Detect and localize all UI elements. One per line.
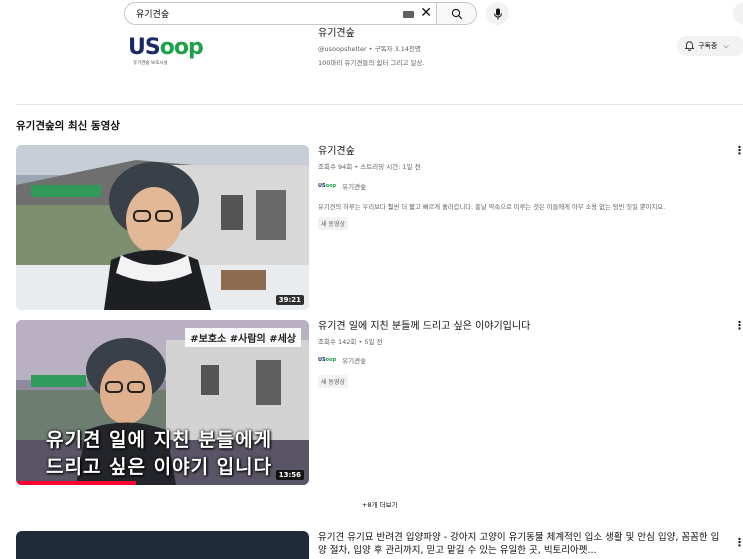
video-thumbnail[interactable]: 39:21 (16, 145, 309, 310)
search-button[interactable] (437, 2, 477, 25)
chevron-down-icon: ⌵ (723, 41, 729, 50)
voice-search-button[interactable] (486, 2, 509, 25)
new-video-badge: 새 동영상 (318, 217, 348, 230)
bell-icon (685, 41, 694, 51)
channel-description[interactable]: 100마리 유기견들의 쉼터 그리고 일상. (318, 57, 424, 67)
more-actions-icon[interactable]: ⋮ (734, 537, 743, 548)
video-title[interactable]: 유기견 일에 지친 분들께 드리고 싶은 이야기입니다 (318, 320, 728, 333)
channel-avatar: USoop (318, 183, 337, 189)
video-title[interactable]: 유기견 유기묘 반려견 입양파양 - 강아지 고양이 유기동물 체계적인 입소 … (318, 531, 728, 557)
video-item[interactable]: 39:21 유기견숲 조회수 94회 • 스트리밍 시간: 1일 전 USoop… (16, 145, 743, 310)
video-duration: 39:21 (275, 295, 304, 305)
video-meta: 조회수 94회 • 스트리밍 시간: 1일 전 (318, 163, 421, 171)
video-channel[interactable]: USoop 유기견숲 (318, 355, 366, 365)
logo-wordmark: USoop (128, 35, 204, 60)
thumbnail-hashtags: #보호소 #사람의 #세상 (185, 328, 301, 347)
overflow-button[interactable] (733, 2, 743, 25)
show-more-button[interactable]: +8개 더보기 (362, 499, 398, 509)
new-video-badge: 새 동영상 (318, 375, 348, 388)
more-actions-icon[interactable]: ⋮ (734, 145, 743, 156)
logo-subtitle: 유기견숲 보호시설 (133, 61, 168, 66)
divider (16, 104, 743, 105)
search-icon (451, 8, 462, 19)
channel-avatar: USoop (318, 357, 337, 363)
subscribe-button[interactable]: 구독중 ⌵ (677, 36, 743, 56)
video-item[interactable]: 유기견 유기묘 반려견 입양파양 - 강아지 고양이 유기동물 체계적인 입소 … (16, 531, 743, 559)
section-title: 유기견숲의 최신 동영상 (16, 120, 120, 132)
video-title[interactable]: 유기견숲 (318, 145, 728, 158)
search-box[interactable]: ✕ (124, 2, 437, 25)
clear-icon[interactable]: ✕ (420, 6, 432, 20)
thumbnail-image (16, 145, 309, 310)
video-channel-name: 유기견숲 (342, 183, 367, 191)
channel-meta: @usoopshelter • 구독자 3.14천명 (318, 45, 422, 53)
microphone-icon (493, 8, 502, 19)
thumbnail-caption-line-2: 드리고 싶은 이야기 입니다 (46, 456, 273, 478)
video-thumbnail[interactable]: #보호소 #사람의 #세상 유기견 일에 지친 분들에게 드리고 싶은 이야기 … (16, 320, 309, 485)
more-actions-icon[interactable]: ⋮ (734, 320, 743, 331)
keyboard-icon[interactable] (403, 11, 414, 18)
thumbnail-caption-line-1: 유기견 일에 지친 분들에게 (46, 429, 273, 451)
search-input[interactable] (136, 8, 406, 19)
subscribe-label: 구독중 (698, 42, 718, 50)
video-meta: 조회수 142회 • 5일 전 (318, 338, 383, 346)
video-description: 유기견의 하루는 우리보다 훨씬 더 짧고 빠르게 흘러갑니다. 홍날 약속으로… (318, 204, 666, 211)
channel-logo[interactable]: USoop 유기견숲 보호시설 (128, 35, 204, 70)
video-thumbnail[interactable] (16, 531, 309, 559)
video-duration: 13:56 (275, 470, 304, 480)
video-item[interactable]: #보호소 #사람의 #세상 유기견 일에 지친 분들에게 드리고 싶은 이야기 … (16, 320, 743, 485)
video-channel[interactable]: USoop 유기견숲 (318, 181, 366, 191)
channel-name[interactable]: 유기견숲 (318, 24, 355, 39)
video-channel-name: 유기견숲 (342, 357, 367, 365)
